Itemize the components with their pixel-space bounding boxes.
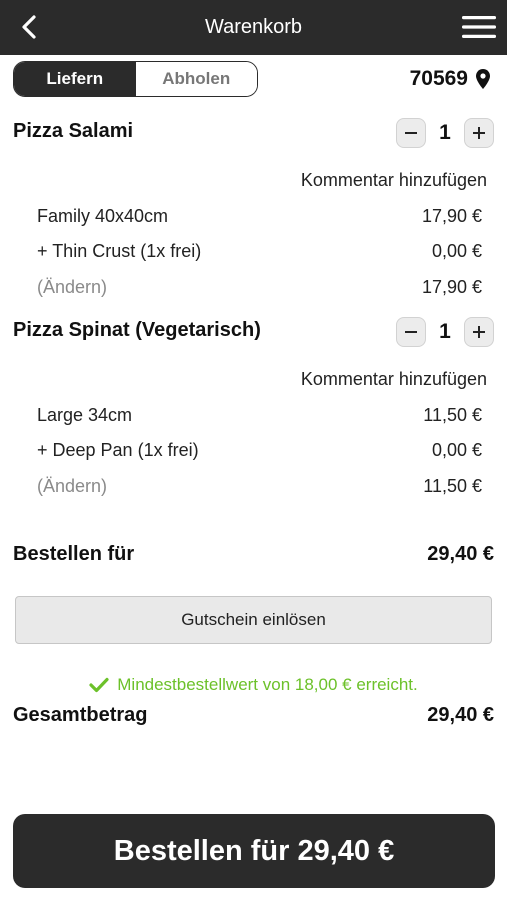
line-price: 0,00 €: [431, 241, 482, 261]
change-item-link[interactable]: (Ändern): [37, 277, 107, 301]
line-price: 17,90 €: [421, 206, 482, 226]
item-line: + Thin Crust (1x frei) 0,00 €: [37, 241, 482, 265]
item-line: Large 34cm 11,50 €: [37, 405, 482, 429]
line-price: 0,00 €: [431, 440, 482, 460]
plus-icon: [473, 127, 485, 139]
order-for-row: Bestellen für 29,40 €: [13, 543, 494, 566]
line-label: + Deep Pan (1x frei): [37, 440, 199, 460]
quantity-value: 1: [439, 320, 451, 343]
item-line: (Ändern) 17,90 €: [37, 277, 482, 301]
cart-item-name: Pizza Spinat (Vegetarisch): [13, 319, 261, 341]
line-label: Family 40x40cm: [37, 206, 169, 226]
decrease-quantity-button[interactable]: [396, 317, 426, 347]
add-comment-link[interactable]: Kommentar hinzufügen: [301, 369, 487, 390]
quantity-stepper: 1: [396, 118, 494, 148]
grand-total-row: Gesamtbetrag 29,40 €: [13, 704, 494, 727]
postcode-selector[interactable]: 70569: [410, 64, 490, 94]
line-price: 11,50 €: [423, 405, 482, 425]
cart-item-name: Pizza Salami: [13, 120, 134, 142]
decrease-quantity-button[interactable]: [396, 118, 426, 148]
add-comment-link[interactable]: Kommentar hinzufügen: [301, 170, 487, 191]
line-label: + Thin Crust (1x frei): [37, 241, 202, 261]
increase-quantity-button[interactable]: [464, 118, 494, 148]
item-line: + Deep Pan (1x frei) 0,00 €: [37, 440, 482, 464]
order-for-label: Bestellen für: [13, 543, 135, 565]
grand-total-amount: 29,40 €: [427, 704, 494, 726]
redeem-voucher-button[interactable]: Gutschein einlösen: [15, 596, 492, 644]
item-subtotal: 11,50 €: [423, 476, 482, 496]
map-pin-icon: [476, 69, 490, 89]
menu-button[interactable]: [461, 12, 497, 42]
item-line: (Ändern) 11,50 €: [37, 476, 482, 500]
minus-icon: [405, 132, 417, 134]
line-label: Large 34cm: [37, 405, 133, 425]
quantity-value: 1: [439, 121, 451, 144]
quantity-stepper: 1: [396, 317, 494, 347]
hamburger-menu-icon: [462, 16, 496, 38]
min-order-note: Mindestbestellwert von 18,00 € erreicht.: [0, 673, 507, 697]
tab-abholen[interactable]: Abholen: [135, 62, 257, 96]
item-subtotal: 17,90 €: [421, 277, 482, 297]
place-order-button[interactable]: Bestellen für 29,40 €: [13, 814, 495, 888]
order-for-amount: 29,40 €: [427, 543, 494, 565]
min-order-text: Mindestbestellwert von 18,00 € erreicht.: [117, 675, 418, 694]
minus-icon: [405, 331, 417, 333]
increase-quantity-button[interactable]: [464, 317, 494, 347]
plus-icon: [473, 326, 485, 338]
app-header: Warenkorb: [0, 0, 507, 55]
delivery-mode-toggle: Liefern Abholen: [13, 61, 258, 97]
item-line: Family 40x40cm 17,90 €: [37, 206, 482, 230]
postcode-label: 70569: [409, 67, 468, 90]
tab-liefern[interactable]: Liefern: [14, 62, 136, 96]
checkmark-icon: [89, 677, 109, 693]
page-title: Warenkorb: [204, 16, 303, 38]
change-item-link[interactable]: (Ändern): [37, 476, 107, 500]
grand-total-label: Gesamtbetrag: [13, 704, 148, 726]
